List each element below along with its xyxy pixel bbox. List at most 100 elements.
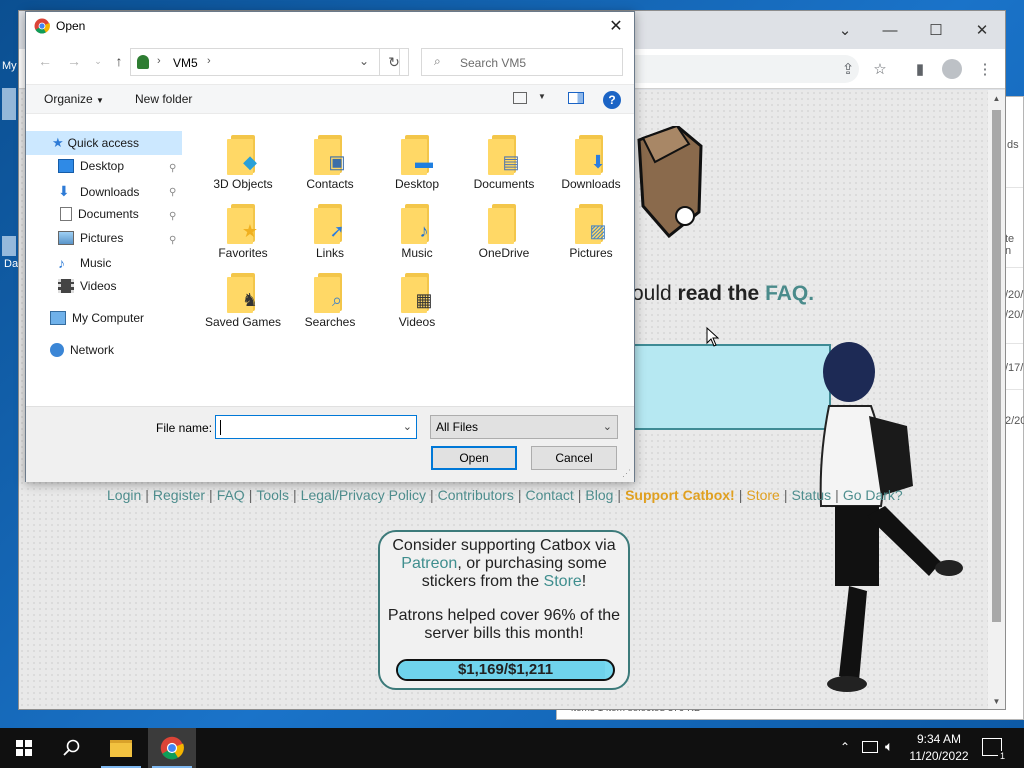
- open-button[interactable]: Open: [431, 446, 517, 470]
- store-link[interactable]: Store: [544, 573, 582, 590]
- search-box[interactable]: ⌕ Search VM5: [421, 48, 623, 76]
- pin-icon: ⚲: [169, 163, 177, 174]
- link-arrow-icon: ➚: [329, 221, 345, 241]
- scroll-up-arrow-icon[interactable]: ▲: [988, 90, 1005, 106]
- chrome-taskbar-button[interactable]: [148, 728, 196, 768]
- footer-link-faq[interactable]: FAQ: [217, 487, 245, 503]
- cancel-button[interactable]: Cancel: [531, 446, 617, 470]
- address-bar[interactable]: › VM5 › ⌄: [130, 48, 400, 76]
- help-icon[interactable]: ?: [603, 91, 621, 109]
- breadcrumb-vm5[interactable]: VM5: [173, 56, 198, 70]
- maximize-button[interactable]: ☐: [921, 17, 951, 43]
- search-button[interactable]: [48, 728, 96, 768]
- up-arrow-icon[interactable]: ↑: [110, 52, 128, 70]
- faq-link[interactable]: FAQ.: [765, 282, 814, 305]
- search-placeholder: Search VM5: [460, 56, 527, 70]
- folder-saved-games[interactable]: ♞ Saved Games: [202, 273, 284, 329]
- nav-item-downloads[interactable]: ⬇ Downloads: [58, 183, 139, 200]
- view-options-icon[interactable]: [513, 92, 527, 104]
- dialog-close-button[interactable]: ✕: [602, 14, 630, 38]
- preview-pane-icon[interactable]: [568, 92, 584, 104]
- minimize-button[interactable]: —: [875, 17, 905, 43]
- patreon-link[interactable]: Patreon: [401, 555, 457, 572]
- folder-documents[interactable]: ▤ Documents: [463, 135, 545, 191]
- folder-pictures[interactable]: ▨ Pictures: [550, 204, 632, 260]
- folder-videos[interactable]: ▦ Videos: [376, 273, 458, 329]
- network-status-icon[interactable]: [862, 741, 878, 753]
- nav-item-quick-access[interactable]: ★ Quick access: [52, 135, 139, 151]
- nav-item-network[interactable]: Network: [50, 343, 114, 357]
- folder-links[interactable]: ➚ Links: [289, 204, 371, 260]
- file-name-dropdown-chevron-icon[interactable]: ⌄: [403, 420, 412, 433]
- folder-icon: ⬇: [573, 135, 609, 175]
- bookmark-star-icon[interactable]: ☆: [869, 58, 891, 80]
- footer-link-legal-privacy-policy[interactable]: Legal/Privacy Policy: [301, 487, 426, 503]
- network-icon: [50, 343, 64, 357]
- scrollbar-thumb[interactable]: [992, 110, 1001, 622]
- file-explorer-taskbar-button[interactable]: [97, 728, 145, 768]
- recent-locations-chevron-icon[interactable]: ⌄: [89, 52, 107, 70]
- footer-separator: |: [209, 487, 213, 503]
- profile-avatar-icon[interactable]: [941, 58, 963, 80]
- tab-search-chevron-icon[interactable]: ⌄: [830, 17, 860, 43]
- nav-item-desktop[interactable]: Desktop: [58, 159, 124, 173]
- organize-button[interactable]: Organize ▼: [44, 92, 104, 106]
- nav-item-my-computer[interactable]: My Computer: [50, 311, 144, 325]
- show-hidden-icons-chevron-icon[interactable]: ⌃: [840, 740, 850, 754]
- desktop-icon-label[interactable]: My: [2, 60, 17, 72]
- footer-link-contributors[interactable]: Contributors: [438, 487, 514, 503]
- chrome-logo-icon: [160, 736, 184, 760]
- view-options-chevron-icon[interactable]: ▼: [538, 92, 546, 101]
- folder-contacts[interactable]: ▣ Contacts: [289, 135, 371, 191]
- folder-desktop[interactable]: ▬ Desktop: [376, 135, 458, 191]
- footer-link-contact[interactable]: Contact: [526, 487, 574, 503]
- nav-item-pictures[interactable]: Pictures: [58, 231, 123, 245]
- nav-item-videos[interactable]: Videos: [58, 279, 116, 293]
- footer-link-support-catbox[interactable]: Support Catbox!: [625, 487, 735, 503]
- folder-favorites[interactable]: ★ Favorites: [202, 204, 284, 260]
- footer-link-register[interactable]: Register: [153, 487, 205, 503]
- desktop-icon[interactable]: [2, 88, 16, 120]
- folder-music[interactable]: ♪ Music: [376, 204, 458, 260]
- clock-time[interactable]: 9:34 AM: [906, 732, 972, 746]
- footer-link-status[interactable]: Status: [791, 487, 831, 503]
- page-scrollbar[interactable]: ▲ ▼: [988, 90, 1005, 709]
- chrome-menu-icon[interactable]: ⋮: [974, 58, 996, 80]
- forward-arrow-icon[interactable]: →: [65, 52, 83, 70]
- footer-link-blog[interactable]: Blog: [585, 487, 613, 503]
- nav-item-documents[interactable]: Documents: [58, 207, 139, 221]
- start-button[interactable]: [0, 728, 48, 768]
- folder-downloads[interactable]: ⬇ Downloads: [550, 135, 632, 191]
- footer-separator: |: [145, 487, 149, 503]
- file-name-input[interactable]: ⌄: [215, 415, 417, 439]
- folder-label: Contacts: [306, 177, 354, 191]
- footer-link-store[interactable]: Store: [746, 487, 779, 503]
- resize-grip-icon[interactable]: ⋰: [622, 468, 631, 479]
- footer-link-go-dark[interactable]: Go Dark?: [843, 487, 903, 503]
- search-icon: [63, 739, 80, 756]
- close-window-button[interactable]: ✕: [967, 17, 997, 43]
- clock-date[interactable]: 11/20/2022: [906, 749, 972, 763]
- folder-searches[interactable]: ⌕ Searches: [289, 273, 371, 329]
- new-folder-button[interactable]: New folder: [135, 92, 192, 106]
- film-icon: ▦: [415, 290, 433, 310]
- desktop-icon[interactable]: [2, 236, 16, 256]
- back-arrow-icon[interactable]: ←: [36, 52, 54, 70]
- dialog-titlebar[interactable]: Open ✕: [26, 12, 634, 40]
- file-type-filter[interactable]: All Files ⌄: [430, 415, 618, 439]
- footer-separator: |: [248, 487, 253, 503]
- contact-card-icon: ▣: [328, 152, 346, 172]
- side-panel-icon[interactable]: ▮: [909, 58, 931, 80]
- nav-item-music[interactable]: ♪ Music: [58, 255, 111, 271]
- folder-onedrive[interactable]: OneDrive: [463, 204, 545, 260]
- refresh-button[interactable]: ↻: [379, 48, 409, 76]
- footer-link-tools[interactable]: Tools: [256, 487, 289, 503]
- share-icon[interactable]: ⇪: [837, 58, 859, 80]
- folder-3d-objects[interactable]: ◆ 3D Objects: [202, 135, 284, 191]
- footer-link-login[interactable]: Login: [107, 487, 141, 503]
- scroll-down-arrow-icon[interactable]: ▼: [988, 693, 1005, 709]
- volume-icon[interactable]: 🔈︎: [885, 738, 893, 755]
- notification-center-button[interactable]: 1: [982, 738, 1007, 761]
- address-dropdown-chevron-icon[interactable]: ⌄: [359, 54, 369, 68]
- desktop-icon-label[interactable]: Da: [4, 258, 18, 270]
